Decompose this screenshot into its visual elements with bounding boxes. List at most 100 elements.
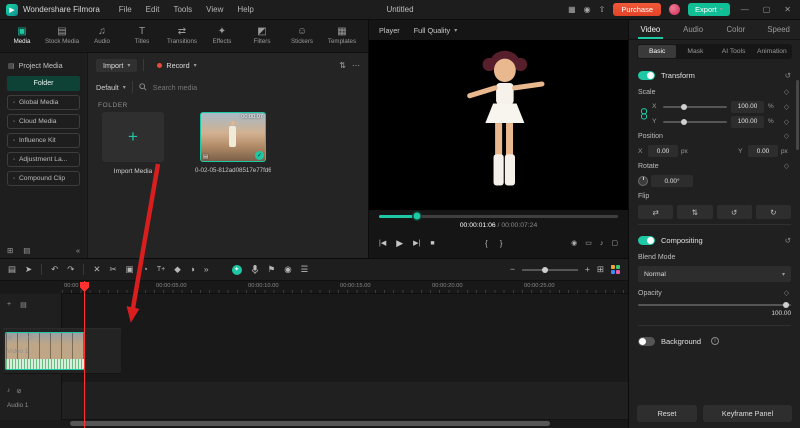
list-view-icon[interactable]: ▤ <box>23 246 30 255</box>
stop-button[interactable]: ■ <box>430 240 434 247</box>
mark-in-button[interactable]: { <box>485 239 488 248</box>
pos-y-value[interactable]: 0.00 <box>748 145 778 157</box>
playhead[interactable] <box>84 281 85 428</box>
tab-effects[interactable]: ✦ Effects <box>202 26 242 45</box>
tab-audio-props[interactable]: Audio <box>672 20 715 39</box>
blend-mode-dropdown[interactable]: Normal ▾ <box>638 266 791 282</box>
transform-toggle[interactable] <box>638 70 655 80</box>
scale-x-keyframe-icon[interactable]: ◇ <box>782 103 791 111</box>
sidebar-item-cloud-media[interactable]: ▫ Cloud Media <box>7 114 80 129</box>
tab-speed[interactable]: Speed <box>757 20 800 39</box>
keyframe-tool-icon[interactable]: ◆ <box>174 265 181 274</box>
flip-horizontal-icon[interactable]: ⇄ <box>638 205 674 219</box>
scale-y-keyframe-icon[interactable]: ◇ <box>782 118 791 126</box>
scale-x-slider[interactable] <box>663 103 727 110</box>
background-toggle[interactable] <box>638 336 655 346</box>
reset-button[interactable]: Reset <box>637 405 697 422</box>
sidebar-item-compound-clip[interactable]: ▫ Compound Clip <box>7 171 80 186</box>
scale-y-slider[interactable] <box>663 118 727 125</box>
track-mute-icon[interactable]: ♪ <box>7 387 10 395</box>
tab-transitions[interactable]: ⇄ Transitions <box>162 26 202 45</box>
sidebar-item-adjustment-layer[interactable]: ▫ Adjustment La... <box>7 152 80 167</box>
scale-x-value[interactable]: 100.00 <box>731 100 764 113</box>
voiceover-mic-icon[interactable] <box>251 264 259 275</box>
record-button[interactable]: Record ▾ <box>150 59 203 72</box>
tab-templates[interactable]: ▦ Templates <box>322 26 362 45</box>
previous-frame-button[interactable]: |◀ <box>379 240 386 247</box>
import-button[interactable]: Import ▾ <box>96 58 138 72</box>
tab-filters[interactable]: ◩ Filters <box>242 26 282 45</box>
audio-track-lane[interactable] <box>62 382 628 420</box>
tab-stickers[interactable]: ☺ Stickers <box>282 26 322 45</box>
subtab-animation[interactable]: Animation <box>753 45 791 58</box>
filter-icon[interactable]: ⇅ <box>339 61 346 70</box>
subtab-basic[interactable]: Basic <box>638 45 677 58</box>
properties-scrollbar[interactable] <box>796 80 799 150</box>
opacity-keyframe-icon[interactable]: ◇ <box>782 289 791 297</box>
opacity-slider[interactable] <box>638 300 791 310</box>
keyframe-panel-button[interactable]: Keyframe Panel <box>703 405 792 422</box>
snapshot-icon[interactable]: ◉ <box>571 240 577 247</box>
menu-tools[interactable]: Tools <box>166 5 199 14</box>
mark-out-button[interactable]: } <box>500 239 503 248</box>
flip-vertical-icon[interactable]: ⇅ <box>677 205 713 219</box>
track-eye-icon[interactable]: ◉ <box>7 333 13 341</box>
maximize-button[interactable]: ▢ <box>760 5 774 14</box>
tab-stock-media[interactable]: ▤ Stock Media <box>42 26 82 45</box>
scale-y-value[interactable]: 100.00 <box>731 115 764 128</box>
seek-track[interactable] <box>379 212 618 220</box>
more-tools-icon[interactable]: » <box>204 265 209 274</box>
tab-media[interactable]: ▣ Media <box>2 26 42 45</box>
sidebar-item-folder[interactable]: Folder <box>7 76 80 91</box>
track-mute-icon[interactable]: ♪ <box>19 333 22 341</box>
menu-file[interactable]: File <box>112 5 139 14</box>
opacity-value[interactable]: 100.00 <box>771 310 791 320</box>
display-mode-icon[interactable]: ▭ <box>585 240 592 247</box>
new-folder-icon[interactable]: ⊞ <box>7 246 13 255</box>
track-lock-icon[interactable]: ⊘ <box>28 333 33 341</box>
marker-icon[interactable]: ⚑ <box>268 265 276 274</box>
upload-icon[interactable]: ⇧ <box>599 5 606 14</box>
snapshot-tool-icon[interactable]: ◉ <box>284 265 291 274</box>
transform-reset-icon[interactable]: ↺ <box>785 71 791 80</box>
keyframe-curve-icon[interactable] <box>611 265 620 274</box>
rotate-ccw-icon[interactable]: ↺ <box>716 205 752 219</box>
more-options-icon[interactable]: ⋯ <box>352 61 360 70</box>
tab-titles[interactable]: T Titles <box>122 26 162 45</box>
sidebar-item-project-media[interactable]: ▤ Project Media <box>0 57 87 74</box>
media-clip-thumbnail[interactable]: 00:00:07 ▤ ✓ <box>200 112 266 162</box>
quality-dropdown[interactable]: Full Quality ▾ <box>414 26 458 35</box>
link-aspect-icon[interactable] <box>638 108 649 120</box>
redo-icon[interactable]: ↷ <box>67 265 74 274</box>
sort-dropdown[interactable]: Default ▾ <box>96 83 126 92</box>
add-track-icon[interactable]: + <box>7 301 11 309</box>
purchase-button[interactable]: Purchase <box>613 3 662 16</box>
import-media-tile[interactable]: + Import Media <box>102 112 164 175</box>
volume-icon[interactable]: ♪ <box>600 240 604 247</box>
search-input[interactable]: Search media <box>153 83 197 92</box>
track-manager-icon[interactable]: ▤ <box>8 265 16 274</box>
pos-x-value[interactable]: 0.00 <box>648 145 678 157</box>
chroma-key-icon[interactable]: ◑ <box>190 265 195 274</box>
menu-help[interactable]: Help <box>230 5 260 14</box>
user-avatar[interactable] <box>669 4 681 15</box>
track-list-icon[interactable]: ▤ <box>20 301 27 309</box>
split-scissors-icon[interactable]: ✂ <box>110 265 117 274</box>
audio-mixer-icon[interactable]: ☰ <box>301 265 309 274</box>
zoom-out-icon[interactable]: − <box>510 265 515 274</box>
rotate-value[interactable]: 0.00° <box>651 175 693 187</box>
next-frame-button[interactable]: ▶| <box>413 240 420 247</box>
menu-view[interactable]: View <box>199 5 230 14</box>
seek-bar[interactable] <box>369 210 628 222</box>
menu-edit[interactable]: Edit <box>139 5 167 14</box>
tab-color[interactable]: Color <box>715 20 758 39</box>
scale-keyframe-icon[interactable]: ◇ <box>782 88 791 96</box>
subtab-ai-tools[interactable]: AI Tools <box>715 45 753 58</box>
crop-icon[interactable]: ▣ <box>126 265 134 274</box>
fullscreen-icon[interactable]: ▢ <box>611 240 618 247</box>
collapse-sidebar-icon[interactable]: « <box>76 246 80 255</box>
sidebar-item-influence-kit[interactable]: ▫ Influence Kit <box>7 133 80 148</box>
rotate-knob[interactable] <box>638 176 648 186</box>
close-button[interactable]: ✕ <box>781 5 794 14</box>
compositing-reset-icon[interactable]: ↺ <box>785 236 791 245</box>
